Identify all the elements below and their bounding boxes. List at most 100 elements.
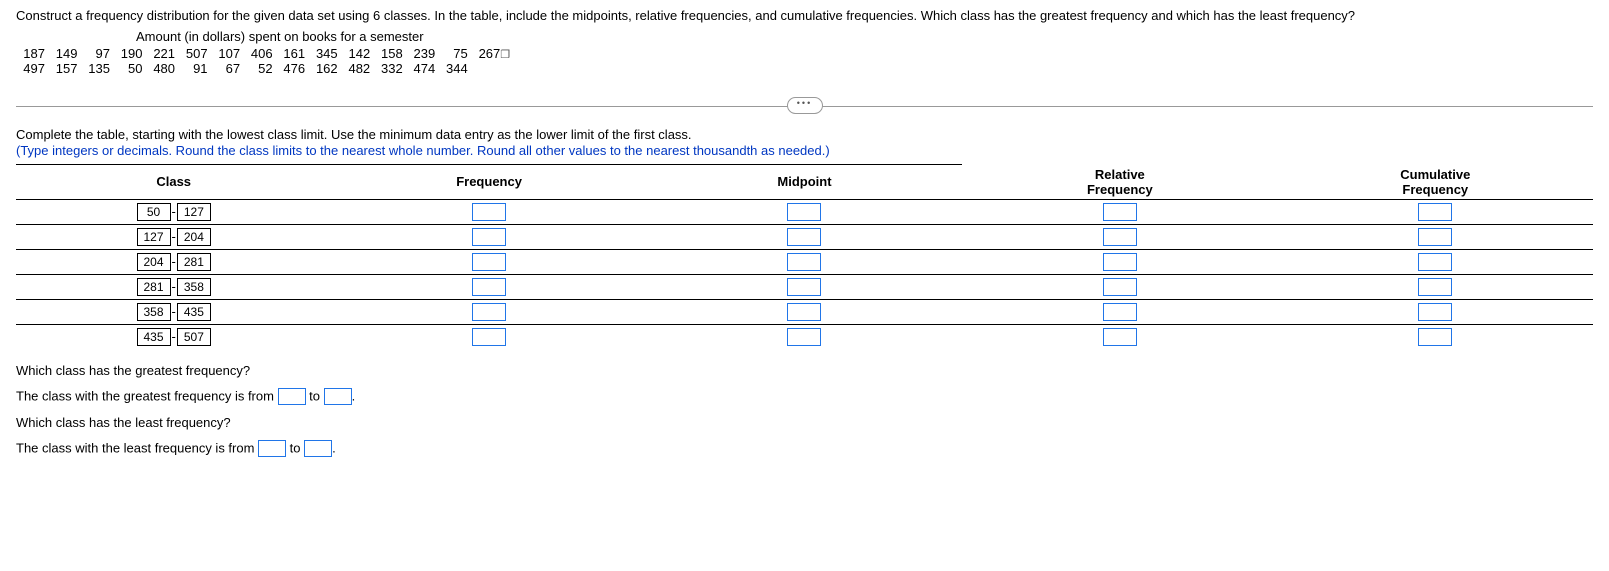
freq-cell	[331, 224, 646, 249]
cum-cell	[1278, 274, 1593, 299]
cum-cell	[1278, 249, 1593, 274]
rel-input[interactable]	[1103, 328, 1137, 346]
section-divider: •••	[16, 106, 1593, 107]
frequency-table: Class Frequency Midpoint RelativeFrequen…	[16, 164, 1593, 349]
class-high-input[interactable]	[177, 303, 211, 321]
cum-input[interactable]	[1418, 253, 1452, 271]
rel-input[interactable]	[1103, 253, 1137, 271]
class-cell: -	[16, 324, 331, 349]
mid-cell	[647, 249, 962, 274]
mid-cell	[647, 274, 962, 299]
greatest-to-input[interactable]	[324, 388, 352, 405]
cum-input[interactable]	[1418, 203, 1452, 221]
mid-input[interactable]	[787, 303, 821, 321]
freq-cell	[331, 299, 646, 324]
least-from-input[interactable]	[258, 440, 286, 457]
class-low-input[interactable]	[137, 303, 171, 321]
mid-input[interactable]	[787, 253, 821, 271]
rel-cell	[962, 249, 1277, 274]
class-low-input[interactable]	[137, 228, 171, 246]
to-text-1: to	[306, 388, 324, 403]
dash: -	[172, 254, 176, 269]
mid-input[interactable]	[787, 228, 821, 246]
a-least-pre: The class with the least frequency is fr…	[16, 440, 258, 455]
mid-cell	[647, 324, 962, 349]
freq-input[interactable]	[472, 253, 506, 271]
class-cell: -	[16, 224, 331, 249]
cum-cell	[1278, 324, 1593, 349]
cum-input[interactable]	[1418, 303, 1452, 321]
cum-cell	[1278, 224, 1593, 249]
copy-icon[interactable]: ❐	[500, 48, 510, 61]
table-row: -	[16, 224, 1593, 249]
data-title: Amount (in dollars) spent on books for a…	[136, 29, 1593, 44]
freq-input[interactable]	[472, 303, 506, 321]
cum-cell	[1278, 199, 1593, 224]
class-high-input[interactable]	[177, 328, 211, 346]
data-values: 187 149 97 190 221 507 107 406 161 345 1…	[16, 46, 1593, 76]
mid-cell	[647, 299, 962, 324]
rel-input[interactable]	[1103, 278, 1137, 296]
dash: -	[172, 229, 176, 244]
period-2: .	[332, 440, 336, 455]
freq-cell	[331, 324, 646, 349]
period-1: .	[352, 388, 356, 403]
class-low-input[interactable]	[137, 278, 171, 296]
mid-cell	[647, 199, 962, 224]
class-high-input[interactable]	[177, 278, 211, 296]
class-low-input[interactable]	[137, 253, 171, 271]
class-high-input[interactable]	[177, 253, 211, 271]
cum-cell	[1278, 299, 1593, 324]
cum-input[interactable]	[1418, 328, 1452, 346]
freq-input[interactable]	[472, 203, 506, 221]
freq-cell	[331, 199, 646, 224]
col-mid: Midpoint	[647, 165, 962, 200]
class-low-input[interactable]	[137, 203, 171, 221]
rel-cell	[962, 299, 1277, 324]
rel-input[interactable]	[1103, 203, 1137, 221]
class-high-input[interactable]	[177, 228, 211, 246]
table-row: -	[16, 324, 1593, 349]
expand-button[interactable]: •••	[787, 97, 823, 114]
cum-input[interactable]	[1418, 278, 1452, 296]
table-row: -	[16, 249, 1593, 274]
rel-cell	[962, 199, 1277, 224]
rel-cell	[962, 324, 1277, 349]
mid-input[interactable]	[787, 278, 821, 296]
to-text-2: to	[286, 440, 304, 455]
class-high-input[interactable]	[177, 203, 211, 221]
instruction-main: Complete the table, starting with the lo…	[16, 127, 1593, 142]
mid-input[interactable]	[787, 328, 821, 346]
freq-input[interactable]	[472, 278, 506, 296]
rel-input[interactable]	[1103, 228, 1137, 246]
a-least: The class with the least frequency is fr…	[16, 440, 1593, 457]
q-least: Which class has the least frequency?	[16, 415, 1593, 430]
dash: -	[172, 304, 176, 319]
class-cell: -	[16, 249, 331, 274]
a-greatest: The class with the greatest frequency is…	[16, 388, 1593, 405]
greatest-from-input[interactable]	[278, 388, 306, 405]
table-row: -	[16, 274, 1593, 299]
data-row-2: 497 157 135 50 480 91 67 52 476 162 482 …	[23, 61, 468, 76]
mid-input[interactable]	[787, 203, 821, 221]
rel-cell	[962, 274, 1277, 299]
data-row-1: 187 149 97 190 221 507 107 406 161 345 1…	[23, 46, 500, 61]
instruction-sub: (Type integers or decimals. Round the cl…	[16, 143, 1593, 158]
class-cell: -	[16, 274, 331, 299]
class-cell: -	[16, 199, 331, 224]
freq-input[interactable]	[472, 228, 506, 246]
cum-input[interactable]	[1418, 228, 1452, 246]
col-freq: Frequency	[331, 165, 646, 200]
q-greatest: Which class has the greatest frequency?	[16, 363, 1593, 378]
class-cell: -	[16, 299, 331, 324]
rel-input[interactable]	[1103, 303, 1137, 321]
table-row: -	[16, 299, 1593, 324]
mid-cell	[647, 224, 962, 249]
freq-input[interactable]	[472, 328, 506, 346]
class-low-input[interactable]	[137, 328, 171, 346]
col-class: Class	[16, 165, 331, 200]
freq-cell	[331, 249, 646, 274]
a-greatest-pre: The class with the greatest frequency is…	[16, 388, 278, 403]
dash: -	[172, 204, 176, 219]
least-to-input[interactable]	[304, 440, 332, 457]
